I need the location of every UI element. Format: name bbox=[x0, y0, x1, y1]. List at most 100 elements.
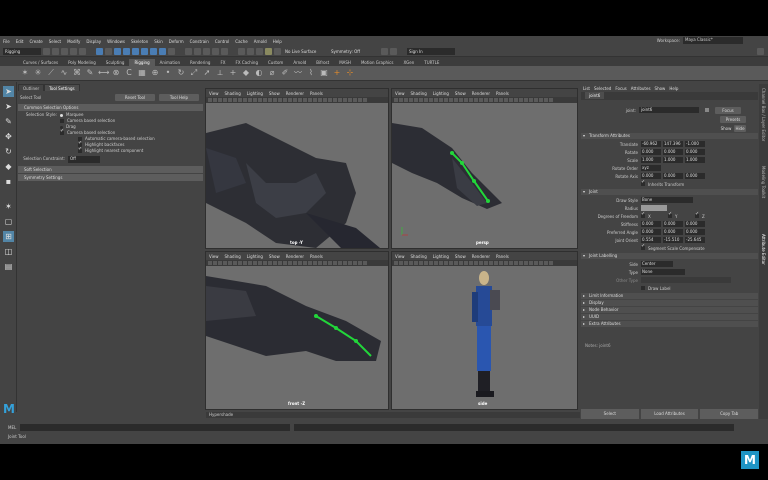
cube-icon[interactable]: ▣ bbox=[319, 68, 329, 78]
panel-tool-icon[interactable] bbox=[489, 261, 493, 265]
panel-menu-renderer[interactable]: Renderer bbox=[286, 91, 304, 96]
lattice-icon[interactable]: ▦ bbox=[137, 68, 147, 78]
panel-tool-icon[interactable] bbox=[404, 261, 408, 265]
move-tool-icon[interactable]: ✥ bbox=[3, 131, 14, 142]
panel-tool-icon[interactable] bbox=[253, 261, 257, 265]
panel-tool-icon[interactable] bbox=[243, 98, 247, 102]
preferred-z[interactable]: 0.000 bbox=[685, 229, 705, 235]
orient-y[interactable]: -15.510 bbox=[663, 237, 683, 243]
orient-joint-icon[interactable]: ⊗ bbox=[111, 68, 121, 78]
menu-select[interactable]: Select bbox=[49, 39, 61, 44]
select-button[interactable]: Select bbox=[581, 409, 639, 419]
viewport-top[interactable]: View Shading Lighting Show Renderer Panels to… bbox=[205, 88, 389, 249]
rotate-y[interactable]: 0.000 bbox=[663, 149, 683, 155]
panel-tool-icon[interactable] bbox=[288, 98, 292, 102]
panel-tool-icon[interactable] bbox=[208, 98, 212, 102]
panel-tool-icon[interactable] bbox=[298, 98, 302, 102]
select-hierarchy-icon[interactable] bbox=[96, 47, 103, 55]
panel-menu-lighting[interactable]: Lighting bbox=[247, 91, 263, 96]
panel-tool-icon[interactable] bbox=[248, 98, 252, 102]
lasso-tool-icon[interactable]: ➤ bbox=[3, 101, 14, 112]
panel-tool-icon[interactable] bbox=[268, 98, 272, 102]
panel-tool-icon[interactable] bbox=[278, 261, 282, 265]
panel-tool-icon[interactable] bbox=[308, 261, 312, 265]
panel-tool-icon[interactable] bbox=[519, 98, 523, 102]
nonlinear-icon[interactable]: ⌇ bbox=[306, 68, 316, 78]
shelf-tab-curves-surfaces[interactable]: Curves / Surfaces bbox=[18, 59, 63, 66]
parent-constraint-icon[interactable]: ⊕ bbox=[150, 68, 160, 78]
preferred-x[interactable]: 0.000 bbox=[641, 229, 661, 235]
panel-tool-icon[interactable] bbox=[328, 261, 332, 265]
xform-icon[interactable] bbox=[381, 47, 388, 55]
reset-tool-button[interactable]: Reset Tool bbox=[115, 93, 155, 101]
dof-z-checkbox[interactable] bbox=[695, 211, 699, 218]
panel-tool-icon[interactable] bbox=[504, 261, 508, 265]
hide-button[interactable]: Hide bbox=[734, 125, 746, 132]
panel-tool-icon[interactable] bbox=[313, 98, 317, 102]
panel-tool-icon[interactable] bbox=[399, 98, 403, 102]
panel-tool-icon[interactable] bbox=[484, 261, 488, 265]
mirror-joint-icon[interactable]: ⟷ bbox=[98, 68, 109, 78]
panel-tool-icon[interactable] bbox=[534, 261, 538, 265]
section-display[interactable]: Display bbox=[581, 300, 758, 306]
wire-icon[interactable]: 〰 bbox=[293, 68, 303, 78]
mask-joint-icon[interactable] bbox=[123, 47, 130, 55]
scale-tool-icon[interactable]: ◆ bbox=[3, 161, 14, 172]
node-name-field[interactable]: joint6 bbox=[639, 107, 699, 113]
panel-tool-icon[interactable] bbox=[233, 261, 237, 265]
segment-scale-checkbox[interactable] bbox=[641, 243, 645, 250]
panel-tool-icon[interactable] bbox=[479, 98, 483, 102]
ae-menu-list[interactable]: List bbox=[583, 86, 590, 91]
side-dropdown[interactable]: Center bbox=[641, 261, 673, 267]
joint-tool-icon[interactable]: ✶ bbox=[20, 68, 30, 78]
panel-tool-icon[interactable] bbox=[323, 98, 327, 102]
panel-tool-icon[interactable] bbox=[218, 98, 222, 102]
highlight-nearest-checkbox[interactable] bbox=[78, 146, 82, 153]
transform-attributes-section[interactable]: Transform Attributes bbox=[581, 133, 758, 139]
panel-menu-panels[interactable]: Panels bbox=[310, 254, 323, 259]
panel-tool-icon[interactable] bbox=[273, 98, 277, 102]
paint-weights-icon[interactable]: ✎ bbox=[85, 68, 95, 78]
ik-spline-icon[interactable]: ∿ bbox=[59, 68, 69, 78]
shelf-tab-rendering[interactable]: Rendering bbox=[185, 59, 215, 66]
panel-menu-shading[interactable]: Shading bbox=[225, 91, 241, 96]
panel-tool-icon[interactable] bbox=[348, 98, 352, 102]
translate-y[interactable]: 147.396 bbox=[663, 141, 683, 147]
menu-cache[interactable]: Cache bbox=[235, 39, 247, 44]
panel-tool-icon[interactable] bbox=[549, 98, 553, 102]
panel-tool-icon[interactable] bbox=[439, 261, 443, 265]
mask-render-icon[interactable] bbox=[168, 47, 175, 55]
section-limit-information[interactable]: Limit Information bbox=[581, 293, 758, 299]
panel-menu-view[interactable]: View bbox=[209, 254, 219, 259]
panel-menu-panels[interactable]: Panels bbox=[310, 91, 323, 96]
panel-tool-icon[interactable] bbox=[238, 98, 242, 102]
wrap-icon[interactable]: ⌀ bbox=[267, 68, 277, 78]
panel-tool-icon[interactable] bbox=[444, 261, 448, 265]
panel-tool-icon[interactable] bbox=[303, 261, 307, 265]
panel-menu-panels[interactable]: Panels bbox=[496, 91, 509, 96]
panel-tool-icon[interactable] bbox=[449, 261, 453, 265]
rotate-z[interactable]: 0.000 bbox=[685, 149, 705, 155]
type-dropdown[interactable]: None bbox=[641, 269, 685, 275]
section-uuid[interactable]: UUID bbox=[581, 314, 758, 320]
panel-tool-icon[interactable] bbox=[464, 98, 468, 102]
menu-skeleton[interactable]: Skeleton bbox=[131, 39, 148, 44]
panel-menu-show[interactable]: Show bbox=[455, 91, 466, 96]
panel-tool-icon[interactable] bbox=[419, 98, 423, 102]
panel-tool-icon[interactable] bbox=[429, 261, 433, 265]
selection-constraint-dropdown[interactable]: Off bbox=[68, 155, 100, 163]
shelf-tab-xgen[interactable]: XGen bbox=[398, 59, 419, 66]
panel-tool-icon[interactable] bbox=[414, 98, 418, 102]
orient-z[interactable]: -25.645 bbox=[685, 237, 705, 243]
panel-tool-icon[interactable] bbox=[283, 98, 287, 102]
select-tool-icon[interactable]: ➤ bbox=[3, 86, 14, 97]
panel-tool-icon[interactable] bbox=[429, 98, 433, 102]
inherits-transform-checkbox[interactable] bbox=[641, 179, 645, 186]
rotate-x[interactable]: 0.000 bbox=[641, 149, 661, 155]
menu-create[interactable]: Create bbox=[29, 39, 42, 44]
shelf-tab-turtle[interactable]: TURTLE bbox=[419, 59, 444, 66]
stiffness-y[interactable]: 0.000 bbox=[663, 221, 683, 227]
symmetry-dropdown[interactable]: Symmetry: Off bbox=[329, 47, 379, 55]
mask-curve-icon[interactable] bbox=[132, 47, 139, 55]
constraint-plus-icon[interactable]: ⊹ bbox=[345, 68, 355, 78]
